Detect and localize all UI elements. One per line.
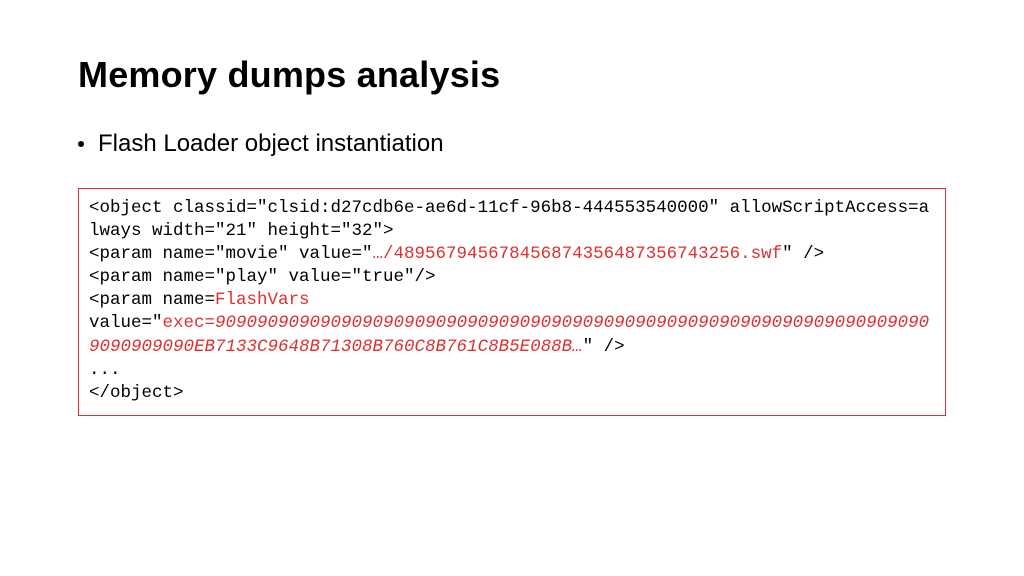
slide: Memory dumps analysis Flash Loader objec… [0,0,1024,416]
code-line: <param name=FlashVars [89,289,935,312]
code-text: value=" [89,313,163,333]
code-line: <object classid="clsid:d27cdb6e-ae6d-11c… [89,197,935,243]
code-line: <param name="movie" value="…/48956794567… [89,243,935,266]
code-text: " /> [782,244,824,264]
code-highlight-italic: 9090909090909090909090909090909090909090… [89,313,929,356]
code-line: ... [89,359,935,382]
code-highlight: FlashVars [215,290,310,310]
code-text: <param name= [89,290,215,310]
code-text: <param name="movie" value=" [89,244,373,264]
code-highlight: …/48956794567845687435648735​6743256.swf [373,244,783,264]
code-line: <param name="play" value="true"/> [89,266,935,289]
bullet-dot-icon [78,141,84,147]
code-block: <object classid="clsid:d27cdb6e-ae6d-11c… [78,188,946,416]
code-text: " /> [583,337,625,357]
page-title: Memory dumps analysis [78,54,946,96]
code-line: </object> [89,382,935,405]
code-highlight: exec= [163,313,216,333]
code-line: value="exec=9090909090909090909090909090… [89,312,935,358]
bullet-text: Flash Loader object instantiation [98,130,444,158]
bullet-item: Flash Loader object instantiation [78,130,946,158]
